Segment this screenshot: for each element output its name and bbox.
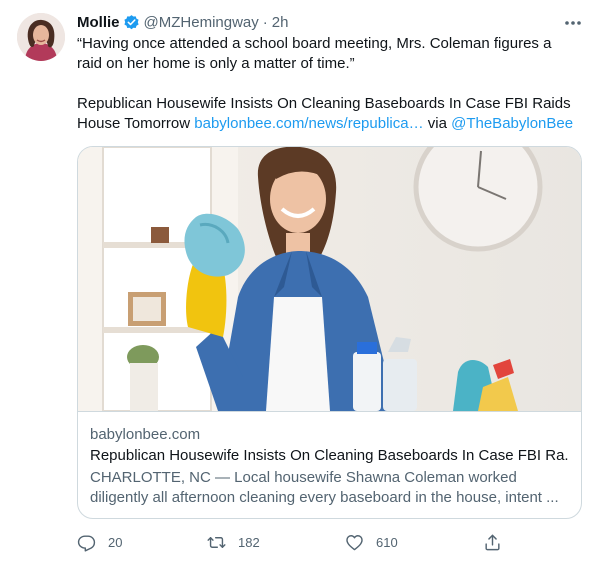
reply-button[interactable]: 20 — [77, 530, 122, 554]
retweet-button[interactable]: 182 — [207, 530, 260, 554]
reply-icon — [77, 534, 96, 552]
header-separator: · — [262, 13, 268, 31]
avatar[interactable] — [17, 13, 65, 61]
share-button[interactable] — [483, 530, 502, 554]
tweet-quote-text: “Having once attended a school board mee… — [77, 35, 552, 72]
reply-count: 20 — [108, 534, 123, 550]
card-body[interactable]: babylonbee.com Republican Housewife Insi… — [78, 411, 581, 518]
card-description: CHARLOTTE, NC — Local housewife Shawna C… — [90, 468, 569, 508]
tweet-timestamp[interactable]: 2h — [272, 14, 289, 31]
card-description-line2: diligently all afternoon cleaning every … — [90, 489, 559, 506]
like-icon — [346, 534, 363, 550]
like-count: 610 — [376, 534, 398, 550]
author-name[interactable]: Mollie — [77, 14, 120, 31]
tweet-headline-text: Republican Housewife Insists On Cleaning… — [77, 94, 577, 134]
link-card[interactable]: babylonbee.com Republican Housewife Insi… — [77, 146, 582, 519]
card-title: Republican Housewife Insists On Cleaning… — [90, 447, 569, 464]
more-icon[interactable] — [561, 14, 585, 32]
article-link[interactable]: babylonbee.com/news/republica… — [194, 115, 423, 132]
card-image[interactable] — [78, 147, 581, 411]
card-description-line1: CHARLOTTE, NC — Local housewife Shawna C… — [90, 469, 517, 486]
retweet-count: 182 — [238, 534, 260, 550]
tweet-text: “Having once attended a school board mee… — [77, 34, 577, 134]
author-handle[interactable]: @MZHemingway — [144, 14, 259, 31]
via-text: via — [423, 115, 452, 132]
share-icon — [485, 534, 500, 550]
verified-badge-icon — [123, 14, 140, 31]
card-domain: babylonbee.com — [90, 426, 201, 443]
retweet-icon — [207, 536, 226, 548]
tweet-header: Mollie @MZHemingway · 2h — [77, 12, 288, 32]
tweet[interactable]: Mollie @MZHemingway · 2h “Having once at… — [0, 0, 598, 564]
like-button[interactable]: 610 — [345, 530, 398, 554]
tweet-actions: 20 182 610 — [77, 530, 507, 554]
mention-link[interactable]: @TheBabylonBee — [451, 115, 573, 132]
